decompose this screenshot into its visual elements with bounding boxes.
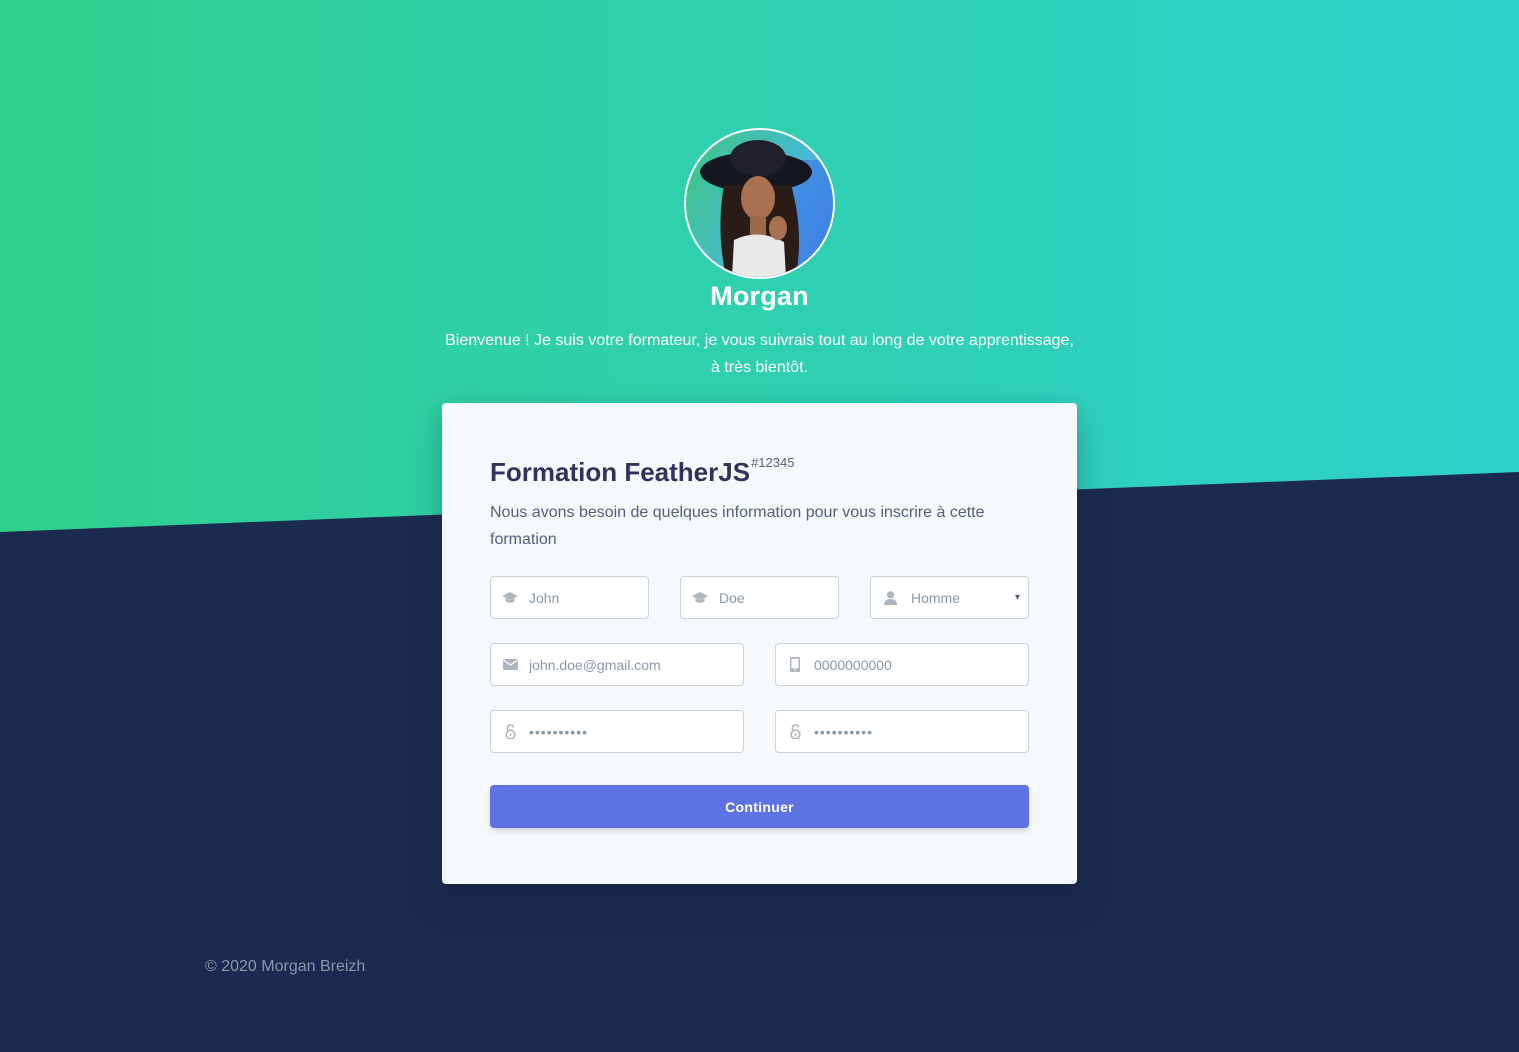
password-input[interactable]: [529, 711, 743, 752]
user-icon: [871, 577, 909, 618]
gender-value: Homme: [911, 589, 961, 606]
last-name-field[interactable]: [680, 576, 839, 619]
welcome-line-2: à très bientôt.: [711, 359, 808, 376]
graduation-cap-icon: [491, 577, 529, 618]
mobile-icon: [776, 644, 814, 685]
graduation-cap-icon: [681, 577, 719, 618]
course-title: Formation FeatherJS#12345: [490, 455, 794, 488]
email-input[interactable]: [529, 644, 743, 685]
first-name-field[interactable]: [490, 576, 649, 619]
envelope-icon: [491, 644, 529, 685]
gender-select[interactable]: Homme ▾: [870, 576, 1029, 619]
welcome-line-1: Bienvenue ! Je suis votre formateur, je …: [445, 332, 1074, 349]
first-name-input[interactable]: [529, 577, 648, 618]
password-field[interactable]: [490, 710, 744, 753]
password-confirm-input[interactable]: [814, 711, 1028, 752]
continue-button[interactable]: Continuer: [490, 785, 1029, 828]
phone-input[interactable]: [814, 644, 1028, 685]
last-name-input[interactable]: [719, 577, 838, 618]
course-id: #12345: [751, 455, 795, 470]
email-field[interactable]: [490, 643, 744, 686]
form-description: Nous avons besoin de quelques informatio…: [490, 504, 985, 548]
trainer-name: Morgan: [710, 281, 809, 311]
unlock-icon: [776, 711, 814, 752]
registration-card: Formation FeatherJS#12345 Nous avons bes…: [442, 403, 1077, 884]
course-title-text: Formation FeatherJS: [490, 457, 751, 487]
phone-field[interactable]: [775, 643, 1029, 686]
page: Morgan Bienvenue ! Je suis votre formate…: [0, 0, 1519, 1052]
unlock-icon: [491, 711, 529, 752]
welcome-message: Bienvenue ! Je suis votre formateur, je …: [430, 327, 1089, 381]
avatar: [684, 128, 835, 279]
password-confirm-field[interactable]: [775, 710, 1029, 753]
chevron-down-icon: ▾: [1014, 592, 1020, 603]
footer-copyright: © 2020 Morgan Breizh: [205, 958, 366, 975]
